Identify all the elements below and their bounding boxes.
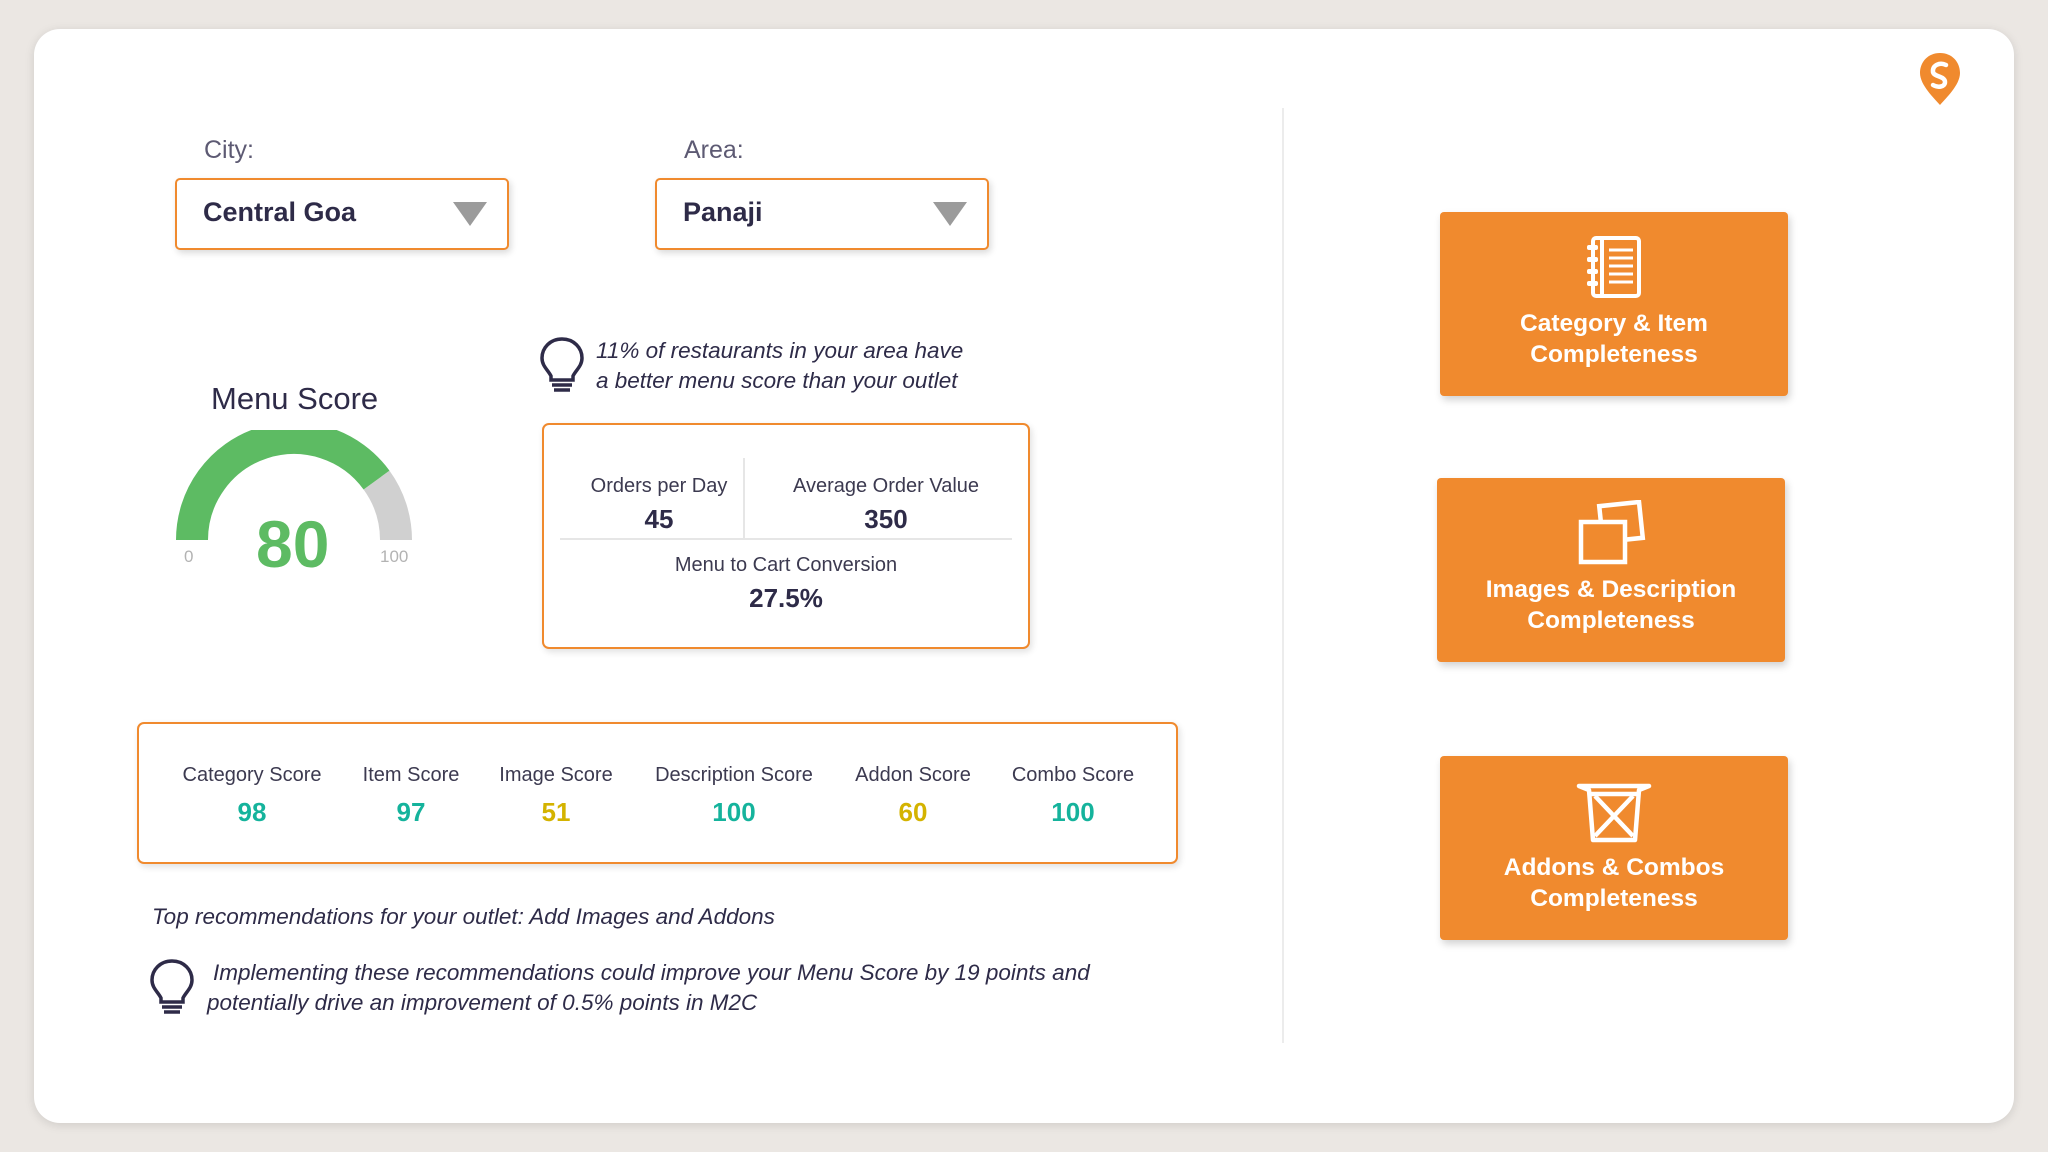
tile-line-2: Completeness (1530, 341, 1698, 368)
brand-logo-icon (1920, 53, 1960, 105)
addons-combos-completeness-button[interactable]: Addons & Combos Completeness (1440, 756, 1788, 940)
combo-score-value: 100 (1051, 797, 1095, 827)
tile-line-1: Addons & Combos (1503, 854, 1725, 881)
category-score: Category Score 98 (183, 724, 322, 828)
addon-score-label: Addon Score (855, 764, 971, 786)
city-label: City: (204, 136, 254, 164)
tile-line-1: Images & Description (1485, 576, 1737, 603)
recommendation-title: Top recommendations for your outlet: Add… (152, 904, 775, 929)
lightbulb-icon (540, 337, 584, 392)
m2c-label: Menu to Cart Conversion (674, 554, 898, 576)
item-score-label: Item Score (362, 764, 460, 786)
images-icon (1578, 500, 1646, 565)
impact-line-1: Implementing these recommendations could… (213, 960, 1090, 985)
combo-score: Combo Score 100 (1012, 724, 1134, 828)
score-breakdown-panel: Category Score 98 Item Score 97 Image Sc… (137, 722, 1178, 864)
image-score-label: Image Score (499, 764, 613, 786)
vertical-divider (1282, 108, 1284, 1043)
tile-label: Images & Description Completeness (1437, 574, 1785, 636)
image-score: Image Score 51 (499, 724, 612, 828)
impact-line-2: potentially drive an improvement of 0.5%… (207, 990, 758, 1015)
gauge-min-label: 0 (184, 547, 194, 566)
tip-line-1: 11% of restaurants in your area have (596, 338, 964, 363)
description-score: Description Score 100 (655, 724, 813, 828)
menu-score-value: 80 (256, 507, 330, 581)
item-score-value: 97 (396, 797, 426, 827)
tile-line-2: Completeness (1527, 607, 1695, 634)
chevron-down-icon (933, 202, 967, 226)
menu-score-title: Menu Score (211, 381, 379, 416)
area-value: Panaji (683, 197, 763, 227)
recommendation-impact: Implementing these recommendations could… (207, 958, 1090, 1018)
avg-order-value-value: 350 (864, 504, 908, 534)
lightbulb-icon (150, 959, 194, 1014)
basket-icon (1576, 783, 1652, 843)
gauge-remaining-arc (363, 470, 412, 541)
tile-label: Category & Item Completeness (1440, 308, 1788, 370)
metrics-row-divider (560, 538, 1012, 540)
image-score-value: 51 (541, 797, 571, 827)
orders-per-day-value: 45 (644, 504, 674, 534)
item-score: Item Score 97 (363, 724, 460, 828)
tip-line-2: a better menu score than your outlet (596, 368, 958, 393)
addon-score: Addon Score 60 (855, 724, 971, 828)
category-score-value: 98 (237, 797, 267, 827)
notebook-icon (1587, 236, 1641, 298)
menu-to-cart-conversion: Menu to Cart Conversion 27.5% (544, 554, 1028, 614)
area-comparison-tip: 11% of restaurants in your area have a b… (596, 336, 963, 396)
metrics-panel: Orders per Day 45 Average Order Value 35… (542, 423, 1030, 649)
description-score-value: 100 (712, 797, 756, 827)
gauge-max-label: 100 (380, 547, 409, 566)
tile-label: Addons & Combos Completeness (1440, 852, 1788, 914)
orders-per-day: Orders per Day 45 (544, 475, 734, 535)
orders-per-day-label: Orders per Day (590, 475, 728, 497)
category-score-label: Category Score (182, 764, 322, 786)
category-item-completeness-button[interactable]: Category & Item Completeness (1440, 212, 1788, 396)
m2c-value: 27.5% (749, 583, 823, 613)
avg-order-value-label: Average Order Value (792, 475, 980, 497)
city-value: Central Goa (203, 197, 357, 227)
tile-line-2: Completeness (1530, 885, 1698, 912)
area-select[interactable]: Panaji (655, 178, 989, 250)
addon-score-value: 60 (898, 797, 928, 827)
images-description-completeness-button[interactable]: Images & Description Completeness (1437, 478, 1785, 662)
area-label: Area: (684, 136, 744, 164)
tile-line-1: Category & Item (1520, 310, 1708, 337)
city-select[interactable]: Central Goa (175, 178, 509, 250)
description-score-label: Description Score (655, 764, 813, 786)
average-order-value: Average Order Value 350 (744, 475, 1028, 535)
combo-score-label: Combo Score (1011, 764, 1135, 786)
chevron-down-icon (453, 202, 487, 226)
